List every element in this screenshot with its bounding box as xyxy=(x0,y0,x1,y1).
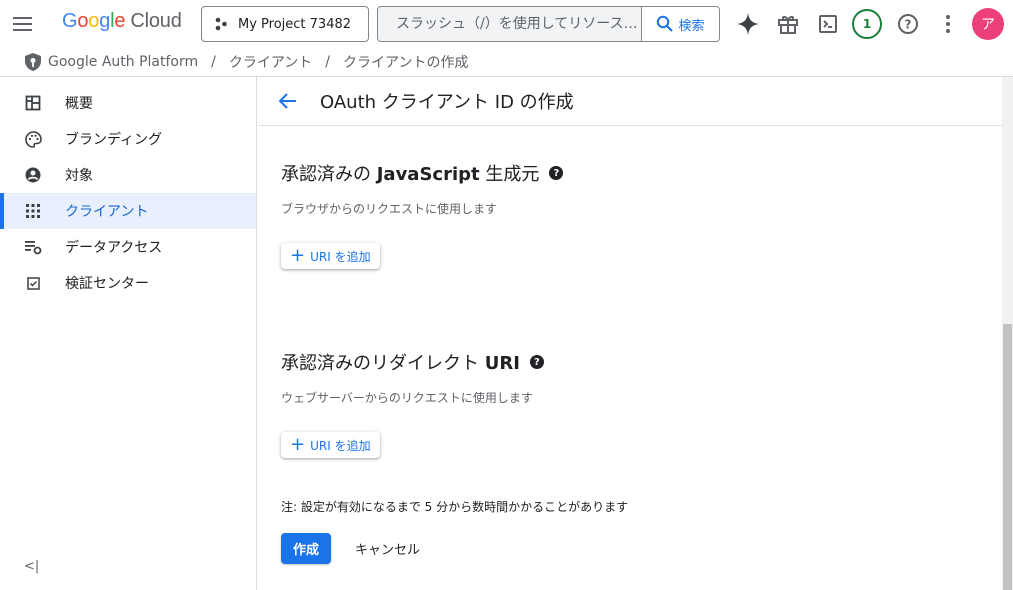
sidebar-item-clients[interactable]: クライアント xyxy=(0,193,256,229)
sidebar-item-data-access[interactable]: データアクセス xyxy=(0,229,256,265)
back-arrow-icon[interactable] xyxy=(276,89,300,113)
add-js-origin-uri-button[interactable]: + URI を追加 xyxy=(281,243,380,269)
sidebar-item-label: クライアント xyxy=(65,204,149,220)
breadcrumb-create-client: クライアントの作成 xyxy=(343,55,469,71)
breadcrumb-clients[interactable]: クライアント xyxy=(229,52,312,72)
sidebar-item-branding[interactable]: ブランディング xyxy=(0,121,256,157)
sidebar-item-label: 対象 xyxy=(65,168,93,184)
sidebar-item-label: 検証センター xyxy=(65,276,149,292)
page-title: OAuth クライアント ID の作成 xyxy=(320,92,574,113)
cancel-button[interactable]: キャンセル xyxy=(345,533,430,564)
notifications-button[interactable]: 1 xyxy=(851,8,883,40)
plus-icon: + xyxy=(290,245,306,266)
logo-google: Google xyxy=(62,10,126,32)
section-title-bold: JavaScript xyxy=(376,164,480,185)
section-title-prefix: 承認済みの xyxy=(281,164,377,185)
cloud-shell-terminal-icon[interactable] xyxy=(812,8,844,40)
page-header: OAuth クライアント ID の作成 xyxy=(258,77,1013,126)
create-button[interactable]: 作成 xyxy=(281,533,331,564)
checkbox-icon xyxy=(24,274,42,292)
section-title-bold: URI xyxy=(484,353,520,374)
auth-shield-icon xyxy=(24,52,42,72)
search-input[interactable] xyxy=(378,7,641,41)
search-bar: 検索 xyxy=(377,6,720,42)
project-selector[interactable]: My Project 73482 xyxy=(201,6,369,42)
add-redirect-uri-button[interactable]: + URI を追加 xyxy=(281,432,380,458)
main-content: OAuth クライアント ID の作成 承認済みの JavaScript 生成元… xyxy=(258,77,1013,590)
breadcrumb: Google Auth Platform / クライアント / クライアントの作… xyxy=(0,48,1013,77)
avatar: ア xyxy=(972,8,1004,40)
section-title: 承認済みの JavaScript 生成元 ? xyxy=(281,160,564,186)
section-title-suffix: 生成元 xyxy=(479,164,540,185)
search-button[interactable]: 検索 xyxy=(641,7,719,41)
google-cloud-logo[interactable]: Google Cloud xyxy=(62,10,182,33)
section-title-prefix: 承認済みのリダイレクト xyxy=(281,353,485,374)
apps-grid-icon xyxy=(24,202,42,220)
collapse-sidebar-icon[interactable]: <| xyxy=(24,559,39,574)
account-circle-icon xyxy=(24,166,42,184)
sidebar-item-overview[interactable]: 概要 xyxy=(0,85,256,121)
section-description: ウェブサーバーからのリクエストに使用します xyxy=(281,391,533,405)
scrollbar-thumb[interactable] xyxy=(1003,324,1012,590)
sidebar-item-label: ブランディング xyxy=(65,132,163,148)
redirect-uris-section: 承認済みのリダイレクト URI ? ウェブサーバーからのリクエストに使用します xyxy=(281,349,544,406)
project-name: My Project 73482 xyxy=(238,16,352,32)
section-title: 承認済みのリダイレクト URI ? xyxy=(281,349,544,375)
logo-cloud: Cloud xyxy=(130,10,182,32)
notification-count-badge: 1 xyxy=(852,9,882,39)
help-icon[interactable]: ? xyxy=(892,8,924,40)
hamburger-menu-icon[interactable] xyxy=(13,12,45,36)
dashboard-icon xyxy=(24,94,42,112)
more-options-icon[interactable] xyxy=(932,8,964,40)
sidebar-item-verification-center[interactable]: 検証センター xyxy=(0,265,256,301)
search-button-label: 検索 xyxy=(678,18,705,34)
js-origins-section: 承認済みの JavaScript 生成元 ? ブラウザからのリクエストに使用しま… xyxy=(281,160,564,217)
help-icon[interactable]: ? xyxy=(529,355,544,369)
sidebar-item-audience[interactable]: 対象 xyxy=(0,157,256,193)
scrollbar[interactable] xyxy=(1002,77,1013,590)
gemini-sparkle-icon[interactable] xyxy=(732,8,764,40)
add-button-label: URI を追加 xyxy=(310,249,371,264)
gift-icon[interactable] xyxy=(772,8,804,40)
top-bar: Google Cloud My Project 73482 検索 xyxy=(0,0,1013,48)
project-nodes-icon xyxy=(215,17,227,31)
search-icon xyxy=(657,15,674,32)
plus-icon: + xyxy=(290,434,306,455)
breadcrumb-separator: / xyxy=(325,54,331,70)
add-button-label: URI を追加 xyxy=(310,438,371,453)
palette-icon xyxy=(24,130,42,148)
settings-delay-note: 注: 設定が有効になるまで 5 分から数時間かかることがあります xyxy=(281,500,629,514)
section-description: ブラウザからのリクエストに使用します xyxy=(281,202,498,216)
help-icon[interactable]: ? xyxy=(549,166,564,180)
sidebar-item-label: 概要 xyxy=(65,96,93,112)
svg-text:?: ? xyxy=(905,18,912,32)
account-button[interactable]: ア xyxy=(972,8,1004,40)
breadcrumb-separator: / xyxy=(211,54,216,70)
breadcrumb-auth-platform[interactable]: Google Auth Platform xyxy=(48,54,198,70)
sidebar-item-label: データアクセス xyxy=(65,240,163,256)
sidebar: 概要 ブランディング 対象 クライアント データアクセス 検証センター <| xyxy=(0,77,257,590)
data-settings-icon xyxy=(24,238,42,256)
